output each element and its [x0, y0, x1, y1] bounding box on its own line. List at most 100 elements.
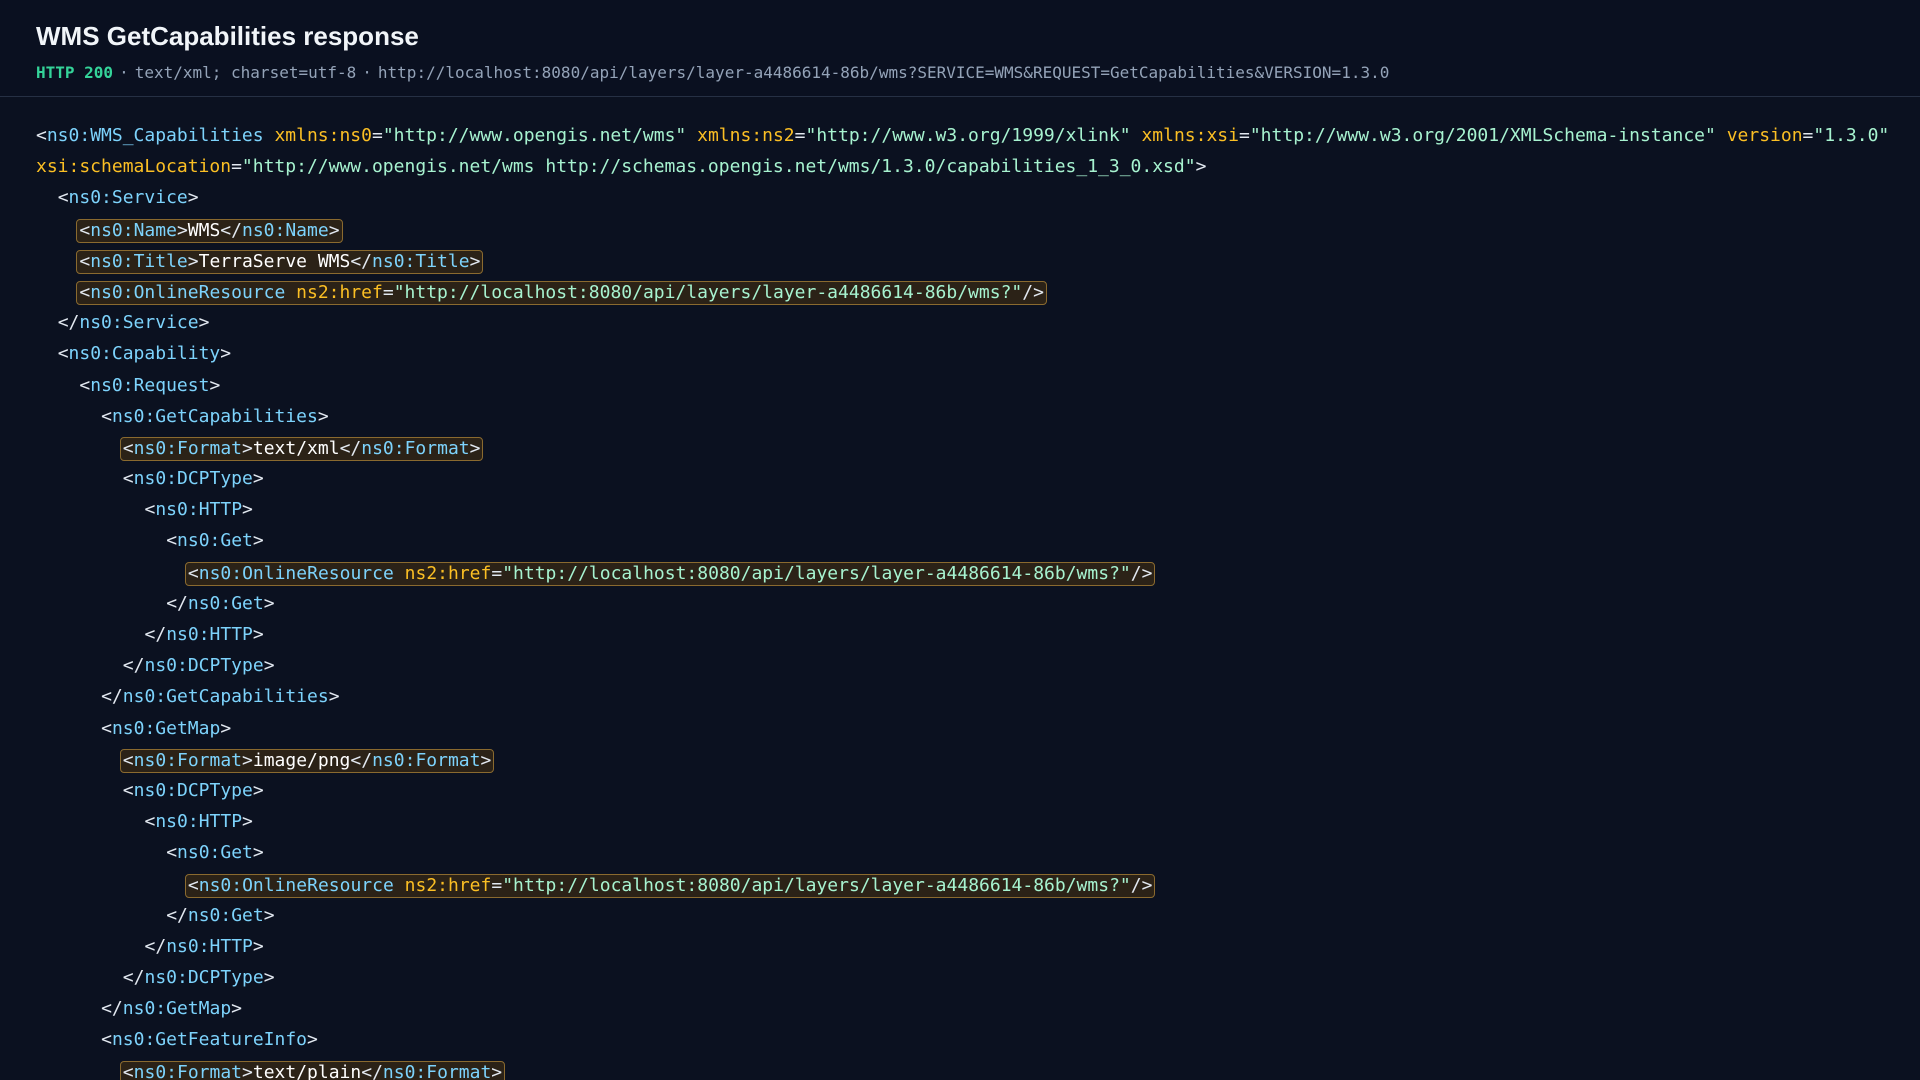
- xml-line-get-open: <ns0:Get>: [166, 842, 264, 864]
- xml-attr-value: "http://www.w3.org/1999/xlink": [805, 125, 1131, 146]
- xml-leaf-highlight: <ns0:Format>text/xml</ns0:Format>: [119, 436, 484, 461]
- page-title: WMS GetCapabilities response: [36, 21, 419, 51]
- xml-leaf-highlight: <ns0:Name>WMS</ns0:Name>: [76, 218, 343, 243]
- xml-line-root-open: <ns0:WMS_Capabilities xmlns:ns0="http://…: [36, 125, 1890, 146]
- xml-line-dcptype-close: </ns0:DCPType>: [122, 655, 275, 677]
- xml-line-getfeatureinfo-open: <ns0:GetFeatureInfo>: [101, 1029, 318, 1051]
- xml-tag: ns0:Capability: [68, 343, 221, 365]
- xml-line-root-open-cont: xsi:schemaLocation="http://www.opengis.n…: [36, 156, 1207, 178]
- xml-line-http-close: </ns0:HTTP>: [144, 624, 264, 645]
- xml-attr: version: [1726, 125, 1803, 146]
- xml-leaf-highlight: <ns0:Format>text/plain</ns0:Format>: [119, 1060, 506, 1080]
- xml-line-getmap-open: <ns0:GetMap>: [101, 717, 232, 739]
- xml-text: image/png: [252, 749, 351, 771]
- xml-line-dcptype-open: <ns0:DCPType>: [122, 779, 264, 801]
- xml-line-get-close: </ns0:Get>: [166, 592, 275, 614]
- xml-attr: xmlns:ns2: [697, 125, 795, 146]
- xml-text: text/plain: [252, 1061, 362, 1080]
- xml-tag: ns0:HTTP: [155, 811, 243, 833]
- xml-attr: ns2:href: [404, 874, 492, 896]
- xml-attr-value: "http://www.opengis.net/wms": [382, 125, 687, 146]
- xml-text: TerraServe WMS: [198, 250, 351, 272]
- xml-attr-value: "http://www.opengis.net/wms http://schem…: [241, 156, 1196, 178]
- response-meta: HTTP 200 · text/xml; charset=utf-8 · http://…: [36, 62, 1884, 84]
- xml-tag: ns0:Get: [187, 592, 264, 614]
- xml-line-capability-open: <ns0:Capability>: [57, 343, 232, 365]
- xml-line-getmap-close: </ns0:GetMap>: [101, 998, 242, 1020]
- xml-tag: ns0:Format: [133, 749, 243, 771]
- xml-line-format-xml: <ns0:Format>text/xml</ns0:Format>: [36, 436, 1920, 468]
- xml-text: WMS: [187, 219, 221, 241]
- xml-tag: ns0:OnlineResource: [198, 562, 394, 584]
- xml-tag: ns0:GetMap: [111, 717, 221, 739]
- xml-leaf-highlight: <ns0:OnlineResource ns2:href="http://loc…: [184, 561, 1156, 586]
- xml-attr-value: "1.3.0": [1813, 125, 1890, 146]
- xml-tag: ns0:Format: [133, 1061, 243, 1080]
- xml-line-online-resource: <ns0:OnlineResource ns2:href="http://loc…: [36, 280, 1920, 312]
- xml-attr: ns2:href: [296, 281, 383, 303]
- request-url[interactable]: http://localhost:8080/api/layers/layer-a…: [378, 63, 1389, 82]
- xml-tag: ns0:Title: [90, 250, 188, 272]
- xml-line-dcptype-close: </ns0:DCPType>: [122, 967, 275, 989]
- xml-tag: ns0:GetFeatureInfo: [111, 1029, 308, 1051]
- xml-tag: ns0:GetCapabilities: [111, 405, 318, 427]
- xml-leaf-highlight: <ns0:Title>TerraServe WMS</ns0:Title>: [76, 249, 484, 274]
- xml-tag: ns0:DCPType: [133, 468, 253, 490]
- xml-viewer: <ns0:WMS_Capabilities xmlns:ns0="http://…: [0, 97, 1920, 1080]
- status-badge: HTTP 200: [36, 63, 114, 82]
- xml-attr-value: "http://www.w3.org/2001/XMLSchema-instan…: [1249, 125, 1716, 146]
- xml-tag: ns0:DCPType: [144, 655, 264, 677]
- xml-line-format-png: <ns0:Format>image/png</ns0:Format>: [36, 748, 1920, 780]
- xml-tag: ns0:HTTP: [166, 935, 253, 957]
- xml-tag: ns0:HTTP: [155, 499, 243, 521]
- xml-leaf-highlight: <ns0:OnlineResource ns2:href="http://loc…: [184, 873, 1156, 898]
- xml-tag: ns0:Format: [372, 749, 481, 771]
- xml-tag: ns0:Format: [133, 437, 243, 459]
- xml-tag: ns0:OnlineResource: [198, 874, 394, 896]
- xml-tag: ns0:Get: [187, 904, 264, 926]
- xml-tag: ns0:Get: [177, 842, 253, 864]
- xml-line-get-close: </ns0:Get>: [166, 904, 275, 926]
- xml-tag: ns0:Format: [382, 1061, 492, 1080]
- response-header: WMS GetCapabilities response HTTP 200 · te…: [0, 0, 1920, 97]
- xml-attr: xsi:schemaLocation: [36, 156, 232, 178]
- xml-tag: ns0:GetMap: [122, 998, 232, 1020]
- xml-tag: ns0:Get: [177, 530, 253, 552]
- xml-line-get-online-resource: <ns0:OnlineResource ns2:href="http://loc…: [36, 873, 1920, 905]
- xml-line-get-open: <ns0:Get>: [166, 530, 264, 552]
- content-type: text/xml; charset=utf-8: [134, 63, 357, 82]
- xml-line-title: <ns0:Title>TerraServe WMS</ns0:Title>: [36, 249, 1920, 281]
- xml-tag: ns0:HTTP: [166, 624, 253, 645]
- xml-attr-value: "http://localhost:8080/api/layers/layer-…: [502, 562, 1131, 584]
- separator: ·: [362, 63, 372, 82]
- xml-line-get-online-resource: <ns0:OnlineResource ns2:href="http://loc…: [36, 561, 1920, 593]
- separator: ·: [119, 63, 129, 82]
- xml-leaf-highlight: <ns0:Format>image/png</ns0:Format>: [119, 748, 495, 773]
- xml-line-request-open: <ns0:Request>: [79, 374, 221, 396]
- xml-attr: ns2:href: [404, 562, 492, 584]
- xml-tag: ns0:Request: [90, 374, 210, 396]
- xml-tag: ns0:WMS_Capabilities: [46, 125, 264, 146]
- xml-tag: ns0:Service: [79, 312, 199, 334]
- xml-line-service-close: </ns0:Service>: [57, 312, 210, 334]
- xml-tag: ns0:OnlineResource: [90, 281, 286, 303]
- xml-attr-value: "http://localhost:8080/api/layers/layer-…: [502, 874, 1131, 896]
- xml-line-format-plain: <ns0:Format>text/plain</ns0:Format>: [36, 1060, 1920, 1080]
- xml-tag: ns0:Service: [68, 187, 188, 209]
- xml-tag: ns0:DCPType: [144, 967, 264, 989]
- xml-tag: ns0:Name: [90, 219, 177, 241]
- xml-tag: ns0:Title: [372, 250, 470, 272]
- xml-tag: ns0:DCPType: [133, 779, 253, 801]
- xml-line-getcaps-open: <ns0:GetCapabilities>: [101, 405, 329, 427]
- xml-line-http-close: </ns0:HTTP>: [144, 935, 264, 957]
- xml-line-dcptype-open: <ns0:DCPType>: [122, 468, 264, 490]
- xml-tag: ns0:Format: [361, 437, 470, 459]
- xml-line-service-open: <ns0:Service>: [57, 187, 199, 209]
- xml-tag: ns0:Name: [241, 219, 329, 241]
- xml-line-http-open: <ns0:HTTP>: [144, 499, 253, 521]
- xml-attr: xmlns:xsi: [1141, 125, 1239, 146]
- xml-line-http-open: <ns0:HTTP>: [144, 811, 253, 833]
- xml-text: text/xml: [252, 437, 340, 459]
- xml-leaf-highlight: <ns0:OnlineResource ns2:href="http://loc…: [76, 280, 1047, 305]
- xml-line-name: <ns0:Name>WMS</ns0:Name>: [36, 218, 1920, 250]
